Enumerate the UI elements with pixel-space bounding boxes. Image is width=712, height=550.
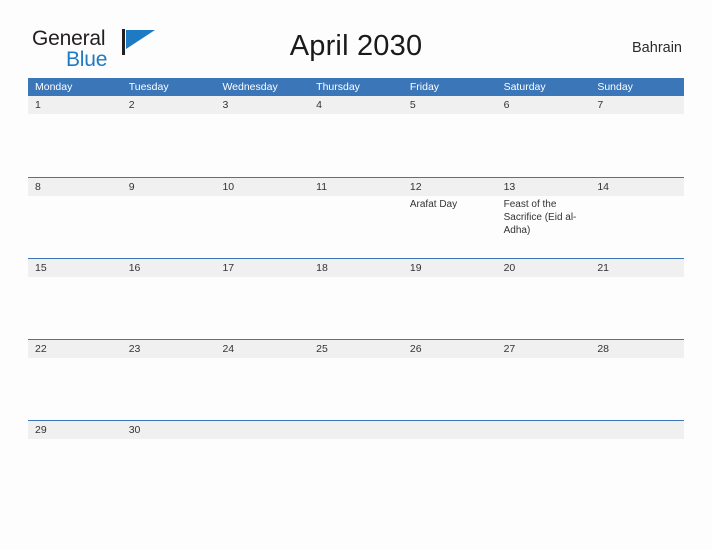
day-number: 4 <box>316 99 322 111</box>
region-label: Bahrain <box>632 40 682 56</box>
day-cell[interactable]: 13 Feast of the Sacrifice (Eid al-Adha) <box>497 178 591 258</box>
day-cell[interactable]: 9 <box>122 178 216 258</box>
day-number: 18 <box>316 262 328 274</box>
week-cells: 15 16 17 18 19 20 21 <box>28 259 684 339</box>
day-number: 8 <box>35 181 41 193</box>
day-number: 20 <box>503 262 516 274</box>
day-number: 13 <box>503 181 516 193</box>
day-cell[interactable]: 22 <box>28 340 122 420</box>
day-cell[interactable]: 19 <box>403 259 497 339</box>
day-number: 9 <box>128 181 135 193</box>
weekday-header-friday: Friday <box>409 81 440 93</box>
day-cell[interactable]: 24 <box>215 340 309 420</box>
calendar-week-row: 29 30 <box>28 420 684 501</box>
day-cell[interactable]: 11 <box>309 178 403 258</box>
day-cell[interactable]: 23 <box>122 340 216 420</box>
week-cells: 29 30 <box>28 421 684 501</box>
day-cell[interactable]: 3 <box>215 96 309 177</box>
day-number: 11 <box>316 181 328 193</box>
day-cell[interactable]: 2 <box>122 96 216 177</box>
day-cell[interactable]: 7 <box>590 96 684 177</box>
day-number: 16 <box>128 262 141 274</box>
day-number: 10 <box>222 181 235 193</box>
week-cells: 8 9 10 11 12 Arafat Day 13 Feast of the Sacrifi… <box>28 178 684 258</box>
week-cells: 1 2 3 4 5 6 7 <box>28 96 684 177</box>
day-events: Feast of the Sacrifice (Eid al-Adha) <box>504 198 585 237</box>
day-number: 30 <box>128 424 141 436</box>
week-cells: 22 23 24 25 26 27 28 <box>28 340 684 420</box>
weekday-header-tuesday: Tuesday <box>128 81 169 93</box>
day-cell[interactable]: 25 <box>309 340 403 420</box>
weekday-header-sunday: Sunday <box>597 81 633 93</box>
day-cell[interactable]: 4 <box>309 96 403 177</box>
day-cell[interactable]: 14 <box>590 178 684 258</box>
day-number: 28 <box>597 343 609 355</box>
day-cell[interactable]: 10 <box>215 178 309 258</box>
day-cell[interactable]: 21 <box>590 259 684 339</box>
holiday-label: Feast of the Sacrifice (Eid al-Adha) <box>503 199 577 236</box>
day-number: 27 <box>503 343 516 355</box>
weekday-header-saturday: Saturday <box>503 81 546 93</box>
day-number: 26 <box>409 343 422 355</box>
day-cell-empty <box>309 421 403 501</box>
day-cell[interactable]: 1 <box>28 96 122 177</box>
day-cell[interactable]: 15 <box>28 259 122 339</box>
day-cell[interactable]: 27 <box>497 340 591 420</box>
day-cell[interactable]: 8 <box>28 178 122 258</box>
day-cell[interactable]: 20 <box>497 259 591 339</box>
day-cell[interactable]: 16 <box>122 259 216 339</box>
day-number: 25 <box>316 343 328 355</box>
calendar-grid: Monday Tuesday Wednesday Thursday Friday… <box>28 78 684 501</box>
day-number: 5 <box>409 99 416 111</box>
day-number: 14 <box>597 181 609 193</box>
day-cell[interactable]: 26 <box>403 340 497 420</box>
day-cell[interactable]: 30 <box>122 421 216 501</box>
weekday-header-wednesday: Wednesday <box>222 81 278 93</box>
calendar-week-row: 15 16 17 18 19 20 21 <box>28 258 684 339</box>
holiday-label: Arafat Day <box>409 199 458 210</box>
page-header: General Blue April 2030 Bahrain <box>0 0 712 70</box>
day-number: 6 <box>503 99 510 111</box>
day-number: 12 <box>409 181 422 193</box>
weekday-header-monday: Monday <box>35 81 73 93</box>
calendar-week-row: 1 2 3 4 5 6 7 <box>28 96 684 177</box>
day-number: 1 <box>35 99 41 111</box>
day-number: 23 <box>128 343 141 355</box>
calendar-weeks: 1 2 3 4 5 6 7 8 9 10 11 12 Arafat Day 13 Feast of the … <box>28 96 684 501</box>
calendar-week-row: 22 23 24 25 26 27 28 <box>28 339 684 420</box>
page-title: April 2030 <box>289 30 423 62</box>
day-cell[interactable]: 18 <box>309 259 403 339</box>
day-cell[interactable]: 6 <box>497 96 591 177</box>
day-cell[interactable]: 12 Arafat Day <box>403 178 497 258</box>
day-number: 24 <box>222 343 235 355</box>
day-cell[interactable]: 29 <box>28 421 122 501</box>
day-number: 7 <box>597 99 604 111</box>
day-number: 15 <box>35 262 47 274</box>
day-number: 3 <box>222 99 229 111</box>
day-cell[interactable]: 17 <box>215 259 309 339</box>
weekday-header-thursday: Thursday <box>316 81 360 93</box>
day-cell[interactable]: 28 <box>590 340 684 420</box>
day-number: 19 <box>409 262 422 274</box>
day-cell-empty <box>497 421 591 501</box>
day-cell-empty <box>403 421 497 501</box>
day-number: 21 <box>597 262 609 274</box>
day-events: Arafat Day <box>410 198 491 211</box>
day-number: 29 <box>35 424 47 436</box>
day-cell-empty <box>590 421 684 501</box>
day-number: 2 <box>128 99 135 111</box>
day-number: 22 <box>35 343 47 355</box>
day-cell[interactable]: 5 <box>403 96 497 177</box>
day-cell-empty <box>215 421 309 501</box>
weekday-header-row: Monday Tuesday Wednesday Thursday Friday… <box>28 78 684 96</box>
day-number: 17 <box>222 262 235 274</box>
calendar-week-row: 8 9 10 11 12 Arafat Day 13 Feast of the Sacrifi… <box>28 177 684 258</box>
